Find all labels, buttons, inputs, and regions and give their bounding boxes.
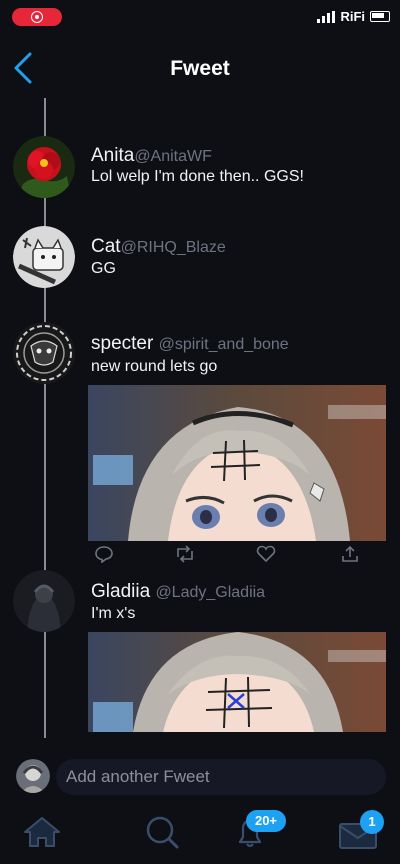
author-name: Gladiia (91, 581, 151, 602)
author-name: Cat (91, 236, 121, 257)
retweet-icon (177, 545, 193, 563)
battery-icon (370, 11, 390, 22)
cat-avatar-image (13, 226, 75, 288)
compose-bar: Add another Fweet (0, 755, 400, 801)
tweet-media-image[interactable] (88, 632, 386, 732)
tweet-author: Cat@RIHQ_Blaze (91, 236, 226, 258)
author-handle[interactable]: @RIHQ_Blaze (121, 239, 226, 256)
home-icon (24, 817, 60, 847)
heart-icon (256, 545, 276, 563)
avatar[interactable] (13, 570, 75, 632)
record-icon (31, 11, 43, 23)
tab-messages[interactable]: 1 (336, 810, 384, 854)
reply-button[interactable] (94, 545, 114, 568)
bottom-tab-bar: 20+ 1 (0, 804, 400, 864)
screen-record-indicator[interactable] (12, 8, 62, 26)
tweet-media-image[interactable] (88, 385, 386, 541)
tweet-actions (88, 545, 386, 567)
messages-badge: 1 (360, 810, 384, 834)
author-handle[interactable]: @spirit_and_bone (159, 336, 289, 353)
user-avatar[interactable] (16, 759, 50, 793)
avatar[interactable] (13, 136, 75, 198)
specter-avatar-image (13, 322, 75, 384)
like-button[interactable] (256, 545, 276, 568)
tweet-author: specter @spirit_and_bone (91, 333, 289, 355)
author-name: Anita (91, 145, 135, 166)
author-handle[interactable]: @AnitaWF (134, 148, 212, 165)
rose-avatar-image (13, 136, 75, 198)
tab-home[interactable] (20, 810, 64, 854)
tweet-author: Anita@AnitaWF (91, 145, 212, 167)
retweet-button[interactable] (174, 545, 196, 568)
tweet-text: GG (91, 260, 116, 277)
compose-input[interactable]: Add another Fweet (56, 759, 386, 795)
author-name: specter (91, 333, 154, 354)
avatar[interactable] (13, 226, 75, 288)
tweet-text: new round lets go (91, 358, 218, 375)
user-avatar-image (16, 759, 50, 793)
tab-notifications[interactable]: 20+ (228, 810, 286, 854)
gladiia-avatar-image (13, 570, 75, 632)
status-icons: RiFi (317, 9, 390, 24)
author-handle[interactable]: @Lady_Gladiia (155, 584, 265, 601)
tab-search[interactable] (140, 810, 184, 854)
status-bar: RiFi (0, 0, 400, 34)
tweet-author: Gladiia @Lady_Gladiia (91, 581, 265, 603)
tweet-text: I'm x's (91, 605, 136, 622)
anime-girl-x-image (88, 632, 386, 732)
header: Fweet (0, 40, 400, 98)
share-button[interactable] (340, 545, 360, 568)
anime-girl-image (88, 385, 386, 541)
share-icon (342, 545, 358, 562)
carrier-label: RiFi (340, 9, 365, 24)
signal-icon (317, 10, 336, 23)
reply-icon (95, 546, 113, 564)
search-icon (146, 816, 179, 849)
notifications-badge: 20+ (246, 810, 286, 832)
page-title: Fweet (170, 57, 230, 80)
avatar[interactable] (13, 322, 75, 384)
tweet-text: Lol welp I'm done then.. GGS! (91, 168, 304, 185)
